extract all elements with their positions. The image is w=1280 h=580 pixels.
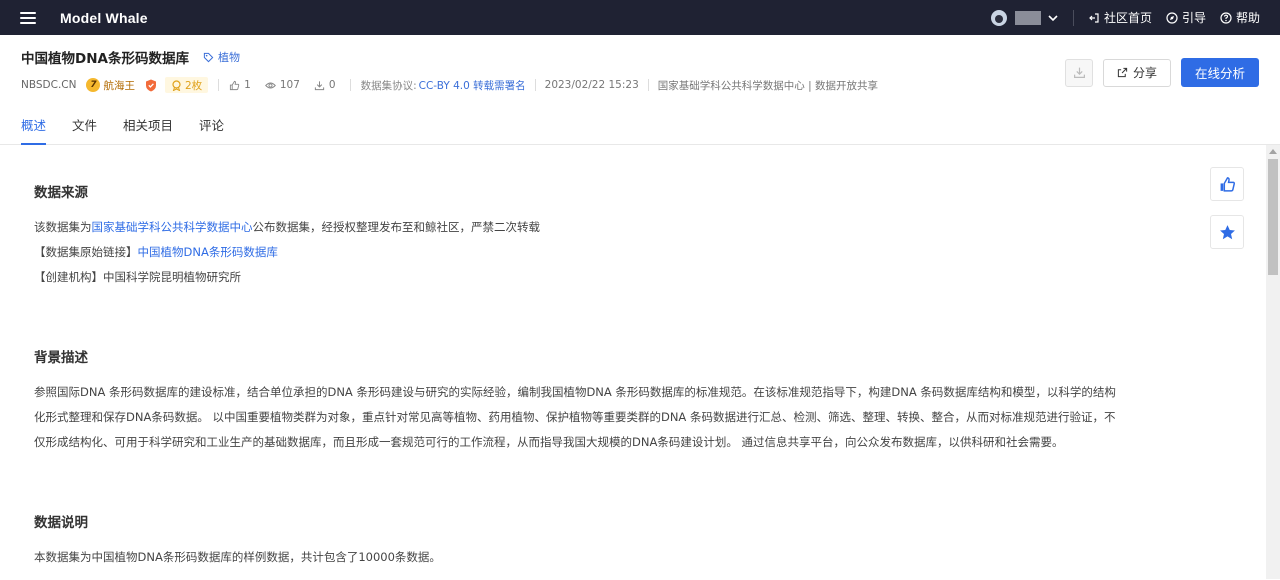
compass-icon <box>1166 11 1178 24</box>
section-title: 数据说明 <box>34 515 88 531</box>
guide-link[interactable]: 引导 <box>1166 9 1206 26</box>
tab-bar: 概述 文件 相关项目 评论 <box>21 115 250 145</box>
download-icon <box>314 80 325 90</box>
paragraph: 本数据集为中国植物DNA条形码数据库的样例数据，共计包含了10000条数据。 <box>34 550 441 564</box>
tab-overview[interactable]: 概述 <box>21 115 47 145</box>
license-link[interactable]: CC-BY 4.0 转载需署名 <box>419 78 526 93</box>
username-redacted[interactable] <box>1014 10 1041 25</box>
data-center-link[interactable]: 国家基础学科公共科学数据中心 <box>92 220 253 234</box>
shield-icon <box>145 79 157 92</box>
download-icon <box>1073 67 1085 78</box>
eye-icon <box>264 82 276 88</box>
section-title: 背景描述 <box>34 350 88 366</box>
brand-logo[interactable]: Model Whale <box>60 10 148 26</box>
chevron-down-icon[interactable] <box>1047 12 1059 24</box>
org-name[interactable]: NBSDC.CN <box>21 79 76 91</box>
thumbs-up-icon <box>1220 176 1235 192</box>
content-area: 数据来源 该数据集为国家基础学科公共科学数据中心公布数据集，经授权整理发布至和鲸… <box>0 145 1280 579</box>
share-button[interactable]: 分享 <box>1103 58 1171 87</box>
help-link[interactable]: 帮助 <box>1220 9 1260 26</box>
paragraph: 参照国际DNA 条形码数据库的建设标准，结合单位承担的DNA 条形码建设与研究的… <box>34 385 1116 449</box>
view-count: 107 <box>264 79 300 91</box>
original-dataset-link[interactable]: 中国植物DNA条形码数据库 <box>138 245 278 259</box>
page-title: 中国植物DNA条形码数据库 <box>21 51 189 67</box>
dataset-source: 国家基础学科公共科学数据中心 | 数据开放共享 <box>657 79 878 92</box>
tab-files[interactable]: 文件 <box>72 115 97 145</box>
medal-count: 2枚 <box>164 77 209 93</box>
menu-icon[interactable] <box>20 11 36 24</box>
tag-icon <box>203 52 214 62</box>
top-navbar: Model Whale 社区首页 引导 帮助 <box>0 0 1280 35</box>
like-count: 1 <box>229 79 251 91</box>
thumbs-up-icon <box>230 80 240 90</box>
level-badge: 7 航海王 <box>86 78 135 93</box>
download-button[interactable] <box>1065 58 1093 87</box>
help-icon <box>1220 11 1232 24</box>
medal-icon <box>172 79 181 91</box>
paragraph: 该数据集为国家基础学科公共科学数据中心公布数据集，经授权整理发布至和鲸社区，严禁… <box>34 220 540 284</box>
tab-comments[interactable]: 评论 <box>199 115 224 145</box>
star-icon <box>1219 224 1235 239</box>
section-background: 背景描述 参照国际DNA 条形码数据库的建设标准，结合单位承担的DNA 条形码建… <box>34 346 1166 455</box>
download-count: 0 <box>314 79 336 91</box>
topbar-divider <box>1072 9 1074 26</box>
scrollbar[interactable] <box>1266 145 1280 579</box>
topbar-right: 社区首页 引导 帮助 <box>990 9 1260 26</box>
scrollbar-thumb[interactable] <box>1268 159 1278 275</box>
section-data-source: 数据来源 该数据集为国家基础学科公共科学数据中心公布数据集，经授权整理发布至和鲸… <box>34 181 1166 290</box>
section-data-description: 数据说明 本数据集为中国植物DNA条形码数据库的样例数据，共计包含了10000条… <box>34 511 1166 570</box>
favorite-button[interactable] <box>1210 215 1244 249</box>
dataset-header: 中国植物DNA条形码数据库 植物 NBSDC.CN 7 航海王 2枚 1 107 <box>0 35 1280 145</box>
category-tag[interactable]: 植物 <box>203 49 240 65</box>
exit-icon <box>1089 12 1099 23</box>
tab-related-projects[interactable]: 相关项目 <box>123 115 173 145</box>
publish-date: 2023/02/22 15:23 <box>544 79 639 91</box>
community-home-link[interactable]: 社区首页 <box>1088 9 1152 26</box>
share-icon <box>1117 67 1128 78</box>
online-analysis-button[interactable]: 在线分析 <box>1181 58 1259 87</box>
section-title: 数据来源 <box>34 185 88 201</box>
header-actions: 分享 在线分析 <box>1065 58 1259 87</box>
scroll-up-arrow[interactable] <box>1269 149 1277 154</box>
avatar[interactable] <box>990 9 1007 26</box>
like-button[interactable] <box>1210 167 1244 201</box>
license-label: 数据集协议: <box>360 79 417 92</box>
